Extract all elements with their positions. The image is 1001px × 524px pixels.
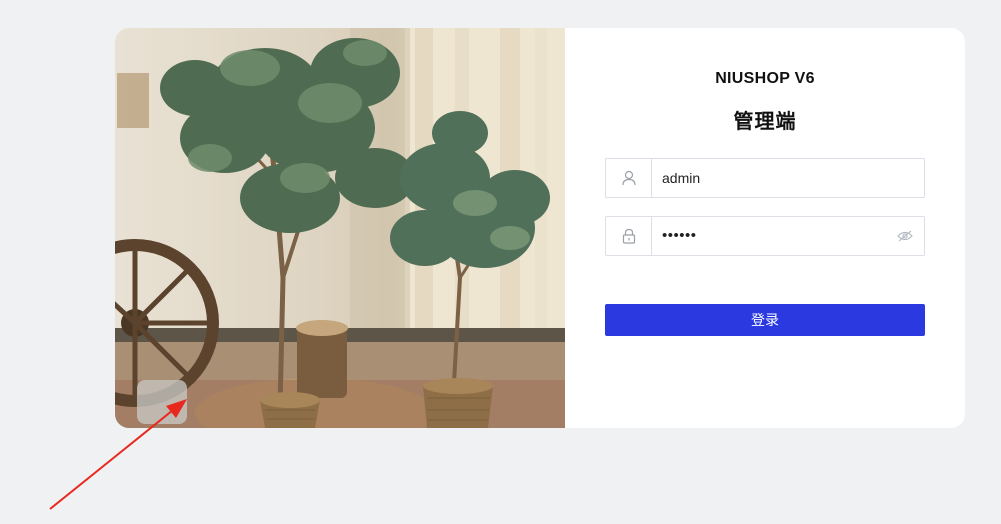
login-illustration bbox=[115, 28, 565, 428]
login-form: NIUSHOP V6 管理端 admin •••••• 登录 bbox=[565, 28, 965, 428]
brand-title: NIUSHOP V6 bbox=[715, 70, 815, 87]
lock-icon bbox=[606, 217, 652, 255]
login-button[interactable]: 登录 bbox=[605, 304, 925, 336]
username-field[interactable]: admin bbox=[605, 158, 925, 198]
password-field[interactable]: •••••• bbox=[605, 216, 925, 256]
user-icon bbox=[606, 159, 652, 197]
plants-room-photo bbox=[115, 28, 565, 428]
username-value[interactable]: admin bbox=[662, 159, 700, 197]
portal-subtitle: 管理端 bbox=[733, 111, 797, 133]
password-value[interactable]: •••••• bbox=[662, 217, 697, 255]
login-card: NIUSHOP V6 管理端 admin •••••• 登录 bbox=[115, 28, 965, 428]
eye-hidden-icon[interactable] bbox=[894, 217, 916, 255]
